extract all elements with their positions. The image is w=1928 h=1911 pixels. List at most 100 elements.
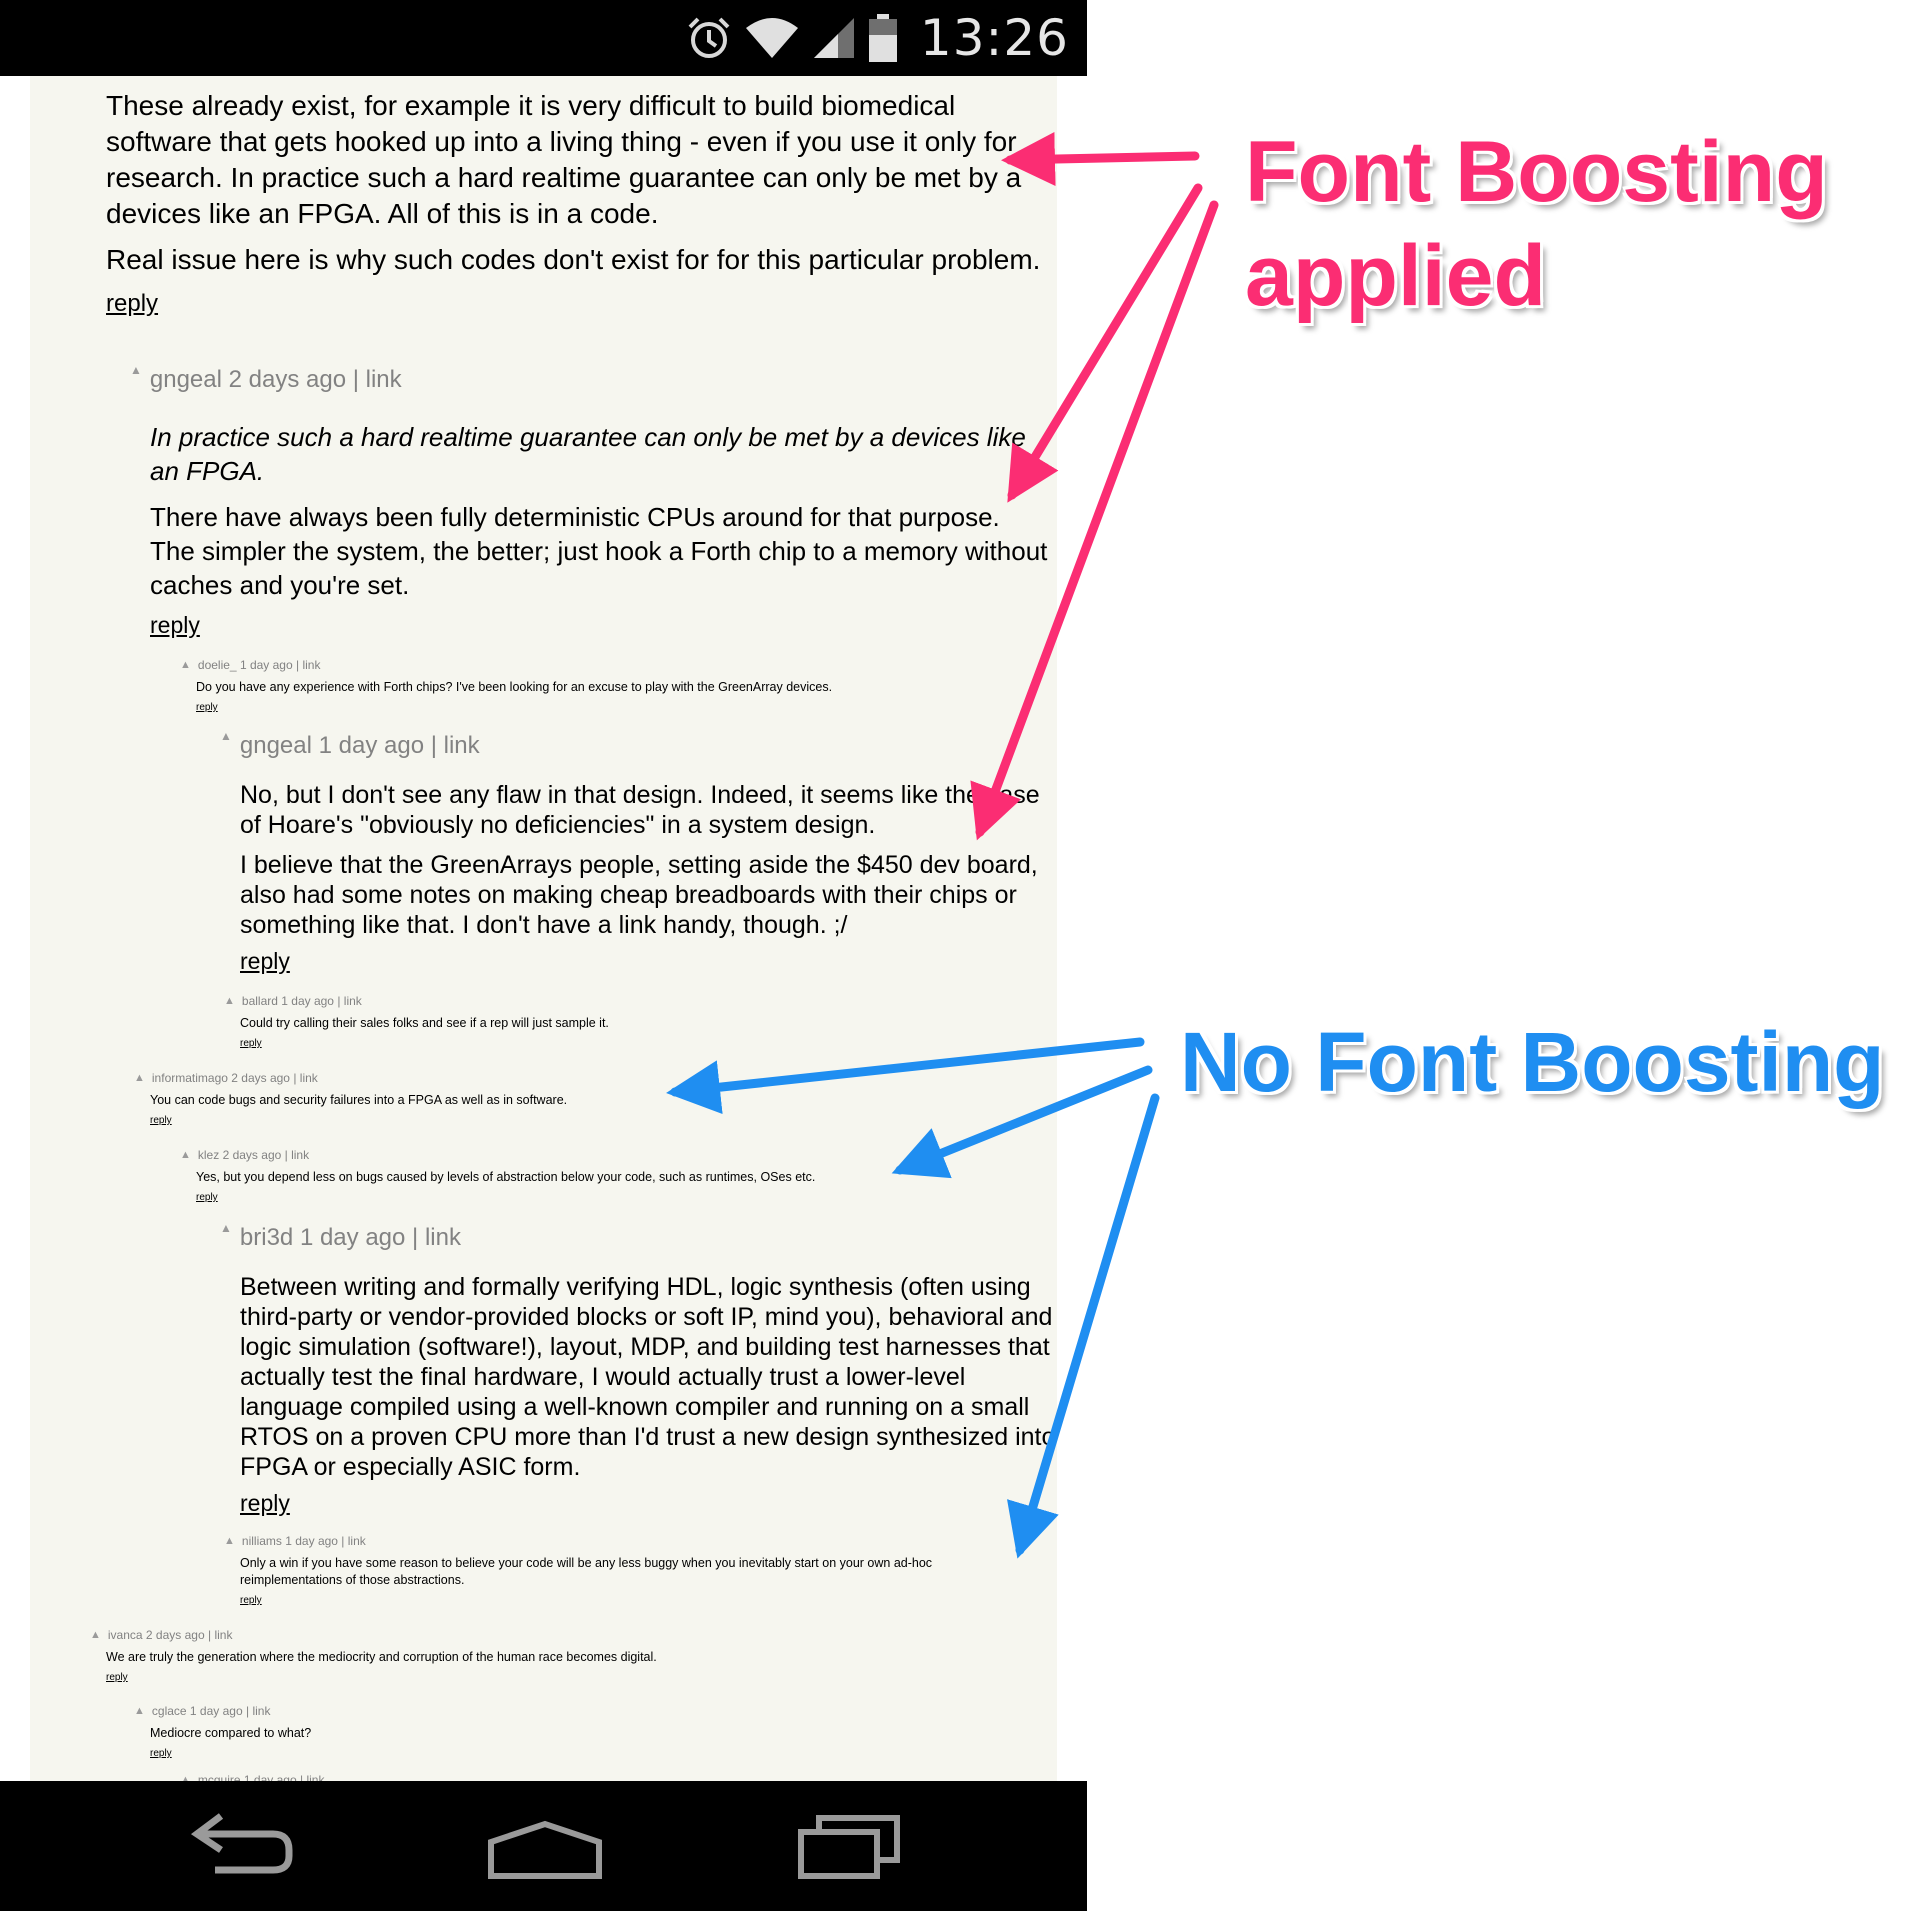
comment-permalink[interactable]: link bbox=[252, 1704, 270, 1718]
upvote-arrow-icon[interactable]: ▲ bbox=[180, 1774, 191, 1781]
comment: ▲ doelie_ 1 day ago | link Do you have a… bbox=[180, 658, 1050, 715]
comment-header: ▲ mcguire 1 day ago | link bbox=[180, 1773, 1050, 1781]
reply-link[interactable]: reply bbox=[240, 1490, 290, 1517]
comment-age: 1 day ago bbox=[239, 658, 293, 672]
comment-header: ▲ ivanca 2 days ago | link bbox=[90, 1628, 233, 1642]
comment-text: No, but I don't see any flaw in that des… bbox=[240, 781, 1040, 839]
comment-user[interactable]: informatimago bbox=[152, 1071, 228, 1085]
reply-link[interactable]: reply bbox=[150, 1748, 172, 1759]
comment-header: ▲ doelie_ 1 day ago | link bbox=[180, 658, 321, 672]
comment-user[interactable]: nilliams bbox=[242, 1534, 282, 1548]
comment-permalink[interactable]: link bbox=[425, 1224, 461, 1252]
comment-user[interactable]: gngeal bbox=[240, 732, 312, 760]
upvote-arrow-icon[interactable]: ▲ bbox=[134, 1705, 145, 1717]
home-icon[interactable] bbox=[485, 1806, 605, 1886]
comment-text: You can code bugs and security failures … bbox=[150, 1093, 568, 1107]
comment: ▲ cglace 1 day ago | link Mediocre compa… bbox=[134, 1704, 1034, 1761]
comment-text: Real issue here is why such codes don't … bbox=[106, 244, 1041, 275]
browser-viewport[interactable]: These already exist, for example it is v… bbox=[0, 76, 1087, 1781]
comment-text: Only a win if you have some reason to be… bbox=[240, 1556, 933, 1587]
comment-header: ▲ cglace 1 day ago | link bbox=[134, 1704, 271, 1718]
upvote-arrow-icon[interactable]: ▲ bbox=[220, 1221, 232, 1235]
comment: ▲ ivanca 2 days ago | link We are truly … bbox=[90, 1628, 1030, 1685]
comment-permalink[interactable]: link bbox=[291, 1148, 309, 1162]
comment: ▲ gngeal 1 day ago | link No, but I don'… bbox=[220, 729, 1060, 975]
comment: ▲ klez 2 days ago | link Yes, but you de… bbox=[180, 1148, 1050, 1205]
reply-link[interactable]: reply bbox=[240, 1595, 262, 1606]
comment-text: Could try calling their sales folks and … bbox=[240, 1016, 609, 1030]
comment-text: Do you have any experience with Forth ch… bbox=[196, 680, 833, 694]
upvote-arrow-icon[interactable]: ▲ bbox=[180, 1149, 191, 1161]
upvote-arrow-icon[interactable]: ▲ bbox=[224, 995, 235, 1007]
comment-age: 2 days ago bbox=[231, 1071, 290, 1085]
wifi-icon bbox=[745, 18, 798, 58]
comment-header: ▲ informatimago 2 days ago | link bbox=[134, 1071, 318, 1085]
upvote-arrow-icon[interactable]: ▲ bbox=[220, 729, 232, 743]
reply-link[interactable]: reply bbox=[240, 948, 290, 975]
comment-age: 2 days ago bbox=[228, 366, 347, 393]
upvote-arrow-icon[interactable]: ▲ bbox=[224, 1535, 235, 1547]
alarm-icon bbox=[688, 17, 730, 58]
comment-text: We are truly the generation where the me… bbox=[106, 1650, 657, 1664]
comment-age: 1 day ago bbox=[285, 1534, 338, 1548]
comment-header: ▲ nilliams 1 day ago | link bbox=[224, 1534, 366, 1548]
comment-page: These already exist, for example it is v… bbox=[30, 76, 1057, 1781]
status-icons: 13:26 bbox=[686, 9, 1069, 67]
comment-age: 1 day ago bbox=[243, 1773, 297, 1781]
reply-link[interactable]: reply bbox=[196, 702, 218, 713]
comment-text: There have always been fully determinist… bbox=[150, 502, 1048, 600]
comment: These already exist, for example it is v… bbox=[106, 88, 1056, 318]
comment: ▲ informatimago 2 days ago | link You ca… bbox=[134, 1071, 1034, 1128]
upvote-arrow-icon[interactable]: ▲ bbox=[130, 363, 142, 377]
status-time: 13:26 bbox=[919, 9, 1069, 67]
comment-age: 1 day ago bbox=[318, 732, 425, 759]
upvote-arrow-icon[interactable]: ▲ bbox=[134, 1072, 145, 1084]
signal-icon bbox=[813, 18, 854, 58]
comment: ▲ ballard 1 day ago | link Could try cal… bbox=[224, 994, 1054, 1051]
recent-apps-icon[interactable] bbox=[795, 1806, 905, 1886]
comment-age: 1 day ago bbox=[189, 1704, 243, 1718]
comment-header: ▲ gngeal 2 days ago | link bbox=[130, 363, 402, 394]
comment-permalink[interactable]: link bbox=[214, 1628, 232, 1642]
comment-user[interactable]: doelie_ bbox=[198, 658, 237, 672]
comment-permalink[interactable]: link bbox=[366, 366, 402, 394]
upvote-arrow-icon[interactable]: ▲ bbox=[90, 1629, 101, 1641]
comment-text: I believe that the GreenArrays people, s… bbox=[240, 851, 1038, 939]
status-bar: 13:26 bbox=[0, 0, 1087, 76]
reply-link[interactable]: reply bbox=[150, 612, 200, 639]
comment-user[interactable]: gngeal bbox=[150, 366, 222, 394]
font-boosting-label: Font Boosting applied bbox=[1245, 120, 1828, 328]
comment-user[interactable]: ballard bbox=[242, 994, 278, 1008]
comment-user[interactable]: klez bbox=[198, 1148, 219, 1162]
upvote-arrow-icon[interactable]: ▲ bbox=[180, 659, 191, 671]
font-boosting-label-line1: Font Boosting bbox=[1245, 124, 1828, 220]
battery-icon bbox=[868, 14, 897, 62]
comment-age: 2 days ago bbox=[222, 1148, 282, 1162]
comment-quote: In practice such a hard realtime guarant… bbox=[150, 422, 1026, 486]
comment-permalink[interactable]: link bbox=[344, 994, 362, 1008]
comment-text: Yes, but you depend less on bugs caused … bbox=[196, 1170, 816, 1184]
comment-user[interactable]: mcguire bbox=[198, 1773, 241, 1781]
navigation-bar bbox=[0, 1781, 1087, 1911]
reply-link[interactable]: reply bbox=[240, 1038, 262, 1049]
reply-link[interactable]: reply bbox=[106, 1672, 128, 1683]
comment-permalink[interactable]: link bbox=[348, 1534, 366, 1548]
reply-link[interactable]: reply bbox=[150, 1115, 172, 1126]
comment-header: ▲ gngeal 1 day ago | link bbox=[220, 729, 480, 760]
comment-user[interactable]: cglace bbox=[152, 1704, 187, 1718]
comment-header: ▲ ballard 1 day ago | link bbox=[224, 994, 362, 1008]
comment-permalink[interactable]: link bbox=[306, 1773, 324, 1781]
comment-age: 1 day ago bbox=[299, 1224, 406, 1251]
comment-permalink[interactable]: link bbox=[300, 1071, 318, 1085]
font-boosting-label-line2: applied bbox=[1245, 228, 1547, 324]
reply-link[interactable]: reply bbox=[196, 1192, 218, 1203]
reply-link[interactable]: reply bbox=[106, 290, 158, 318]
comment-user[interactable]: bri3d bbox=[240, 1224, 293, 1252]
comment: ▲ gngeal 2 days ago | link In practice s… bbox=[130, 363, 1050, 639]
comment-user[interactable]: ivanca bbox=[108, 1628, 143, 1642]
comment-permalink[interactable]: link bbox=[302, 658, 320, 672]
comment: ▲ bri3d 1 day ago | link Between writing… bbox=[220, 1221, 1060, 1517]
comment-age: 2 days ago bbox=[145, 1628, 205, 1642]
back-icon[interactable] bbox=[185, 1806, 295, 1886]
comment-permalink[interactable]: link bbox=[444, 732, 480, 760]
